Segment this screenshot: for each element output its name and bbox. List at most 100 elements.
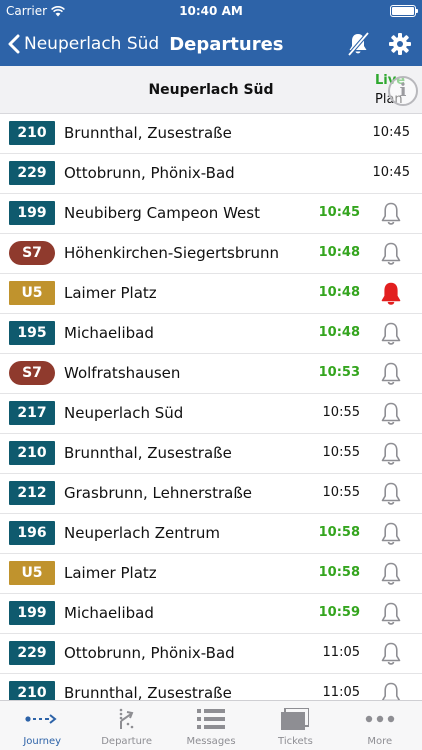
departure-row[interactable]: 210 Brunnthal, Zusestraße 10:55 bbox=[0, 434, 422, 474]
settings-button[interactable] bbox=[386, 30, 414, 58]
tab-journey[interactable]: Journey bbox=[0, 701, 84, 750]
tab-label: Departure bbox=[101, 736, 152, 747]
set-alarm-button[interactable] bbox=[378, 441, 404, 467]
departure-row[interactable]: 196 Neuperlach Zentrum 10:58 bbox=[0, 514, 422, 554]
battery-icon bbox=[390, 5, 418, 17]
departure-row[interactable]: S7 Wolfratshausen 10:53 bbox=[0, 354, 422, 394]
more-icon bbox=[362, 707, 398, 731]
mute-alarms-button[interactable] bbox=[344, 30, 372, 58]
tab-more[interactable]: More bbox=[338, 701, 422, 750]
bell-icon bbox=[381, 522, 401, 545]
chevron-left-icon bbox=[8, 34, 20, 54]
bell-icon bbox=[381, 602, 401, 625]
set-alarm-button[interactable] bbox=[378, 241, 404, 267]
set-alarm-button[interactable] bbox=[378, 201, 404, 227]
departure-time: 10:48 bbox=[318, 325, 360, 340]
departure-time: 10:53 bbox=[318, 365, 360, 380]
bell-icon bbox=[381, 562, 401, 585]
departure-row[interactable]: U5 Laimer Platz 10:58 bbox=[0, 554, 422, 594]
page-title: Departures bbox=[169, 33, 284, 55]
info-icon: i bbox=[388, 76, 418, 106]
station-name: Neuperlach Süd bbox=[148, 82, 274, 98]
departure-time: 10:45 bbox=[318, 205, 360, 220]
destination-label: Neuperlach Zentrum bbox=[64, 524, 220, 542]
tab-bar: Journey Departure Messages Tickets More bbox=[0, 700, 422, 750]
line-badge: 210 bbox=[9, 441, 55, 465]
back-label: Neuperlach Süd bbox=[24, 34, 160, 54]
departure-time: 11:05 bbox=[322, 685, 360, 700]
tab-tickets[interactable]: Tickets bbox=[253, 701, 337, 750]
destination-label: Brunnthal, Zusestraße bbox=[64, 444, 232, 462]
departure-time: 10:48 bbox=[318, 245, 360, 260]
departure-row[interactable]: 229 Ottobrunn, Phönix-Bad 11:05 bbox=[0, 634, 422, 674]
departure-row[interactable]: 212 Grasbrunn, Lehnerstraße 10:55 bbox=[0, 474, 422, 514]
destination-label: Ottobrunn, Phönix-Bad bbox=[64, 164, 235, 182]
departure-time: 10:48 bbox=[318, 285, 360, 300]
nav-actions bbox=[344, 22, 414, 66]
departure-row[interactable]: 217 Neuperlach Süd 10:55 bbox=[0, 394, 422, 434]
bell-icon bbox=[381, 482, 401, 505]
departure-time: 10:45 bbox=[372, 165, 410, 180]
set-alarm-button[interactable] bbox=[378, 641, 404, 667]
departure-row[interactable]: 199 Neubiberg Campeon West 10:45 bbox=[0, 194, 422, 234]
set-alarm-button[interactable] bbox=[378, 321, 404, 347]
tab-label: Messages bbox=[186, 736, 236, 747]
set-alarm-button[interactable] bbox=[378, 681, 404, 700]
gear-icon bbox=[389, 33, 411, 55]
line-badge: 210 bbox=[9, 121, 55, 145]
bell-icon bbox=[381, 322, 401, 345]
line-badge: 195 bbox=[9, 321, 55, 345]
line-badge: U5 bbox=[9, 561, 55, 585]
alarm-set-button[interactable] bbox=[378, 281, 404, 307]
departure-row[interactable]: S7 Höhenkirchen-Siegertsbrunn 10:48 bbox=[0, 234, 422, 274]
set-alarm-button[interactable] bbox=[378, 601, 404, 627]
departure-time: 10:58 bbox=[318, 525, 360, 540]
departure-time: 10:58 bbox=[318, 565, 360, 580]
status-time: 10:40 AM bbox=[179, 4, 243, 18]
set-alarm-button[interactable] bbox=[378, 521, 404, 547]
departure-row[interactable]: 210 Brunnthal, Zusestraße 11:05 bbox=[0, 674, 422, 700]
destination-label: Wolfratshausen bbox=[64, 364, 181, 382]
destination-label: Neuperlach Süd bbox=[64, 404, 184, 422]
departure-time: 10:59 bbox=[318, 605, 360, 620]
destination-label: Laimer Platz bbox=[64, 564, 157, 582]
tab-messages[interactable]: Messages bbox=[169, 701, 253, 750]
back-button[interactable]: Neuperlach Süd bbox=[8, 34, 159, 54]
tab-label: Tickets bbox=[278, 736, 313, 747]
station-header: Neuperlach Süd Live Plan i bbox=[0, 66, 422, 114]
departure-row[interactable]: 195 Michaelibad 10:48 bbox=[0, 314, 422, 354]
line-badge: 196 bbox=[9, 521, 55, 545]
top-bar: Carrier 10:40 AM Neuperlach Süd Departur… bbox=[0, 0, 422, 66]
line-badge: 199 bbox=[9, 601, 55, 625]
line-badge: 229 bbox=[9, 161, 55, 185]
live-plan-info-button[interactable]: Live Plan i bbox=[374, 70, 418, 112]
bell-icon bbox=[381, 442, 401, 465]
departure-row[interactable]: U5 Laimer Platz 10:48 bbox=[0, 274, 422, 314]
set-alarm-button[interactable] bbox=[378, 401, 404, 427]
bell-icon bbox=[381, 362, 401, 385]
departure-list[interactable]: 210 Brunnthal, Zusestraße 10:45 229 Ottobrun… bbox=[0, 114, 422, 700]
destination-label: Michaelibad bbox=[64, 604, 154, 622]
line-badge: 210 bbox=[9, 681, 55, 700]
set-alarm-button[interactable] bbox=[378, 481, 404, 507]
departure-row[interactable]: 210 Brunnthal, Zusestraße 10:45 bbox=[0, 114, 422, 154]
destination-label: Höhenkirchen-Siegertsbrunn bbox=[64, 244, 280, 262]
bell-icon bbox=[381, 402, 401, 425]
departure-row[interactable]: 199 Michaelibad 10:59 bbox=[0, 594, 422, 634]
bell-icon bbox=[381, 202, 401, 225]
tab-departure[interactable]: Departure bbox=[84, 701, 168, 750]
tab-label: Journey bbox=[23, 736, 62, 747]
line-badge: S7 bbox=[9, 361, 55, 385]
departure-row[interactable]: 229 Ottobrunn, Phönix-Bad 10:45 bbox=[0, 154, 422, 194]
bell-filled-icon bbox=[381, 282, 401, 305]
set-alarm-button[interactable] bbox=[378, 361, 404, 387]
departure-time: 10:55 bbox=[322, 405, 360, 420]
bell-icon bbox=[381, 682, 401, 700]
line-badge: 199 bbox=[9, 201, 55, 225]
journey-icon bbox=[24, 707, 60, 731]
line-badge: S7 bbox=[9, 241, 55, 265]
line-badge: 229 bbox=[9, 641, 55, 665]
set-alarm-button[interactable] bbox=[378, 561, 404, 587]
navigation-bar: Neuperlach Süd Departures bbox=[0, 22, 422, 66]
line-badge: U5 bbox=[9, 281, 55, 305]
